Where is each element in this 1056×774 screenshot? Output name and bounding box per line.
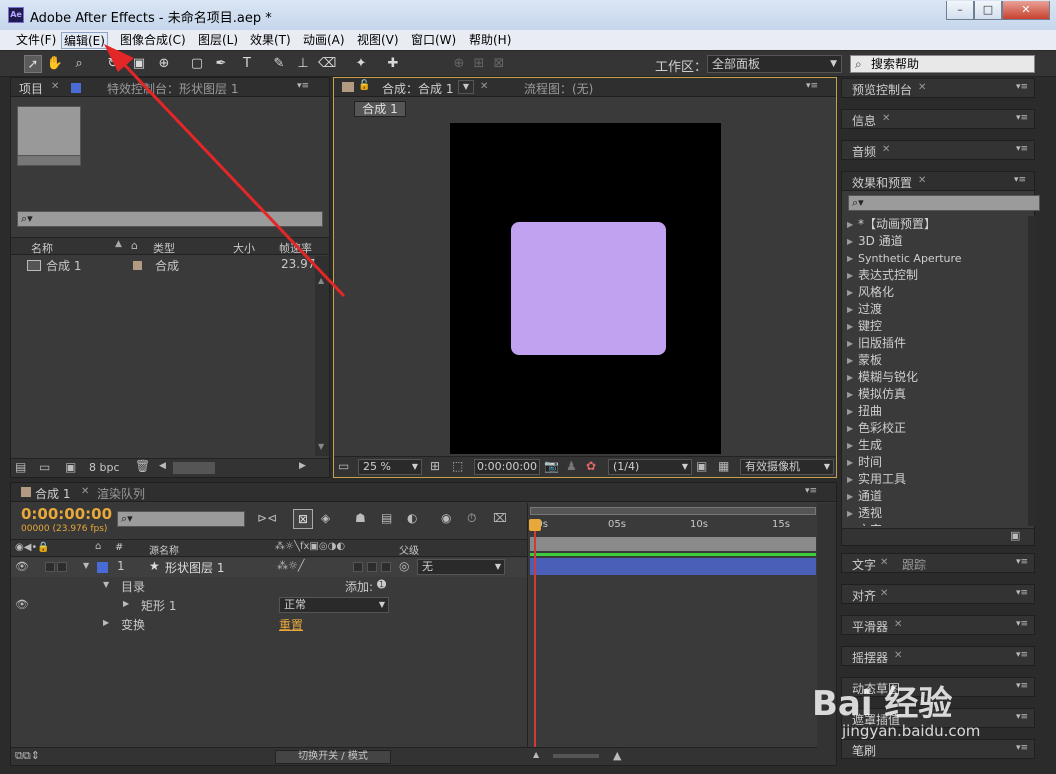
- annotation-arrow: [104, 44, 346, 298]
- baidu-logo: Bai 经验: [812, 684, 953, 724]
- baidu-watermark: Bai 经验 jingyan.baidu.com: [812, 676, 1018, 770]
- baidu-url: jingyan.baidu.com: [842, 722, 981, 740]
